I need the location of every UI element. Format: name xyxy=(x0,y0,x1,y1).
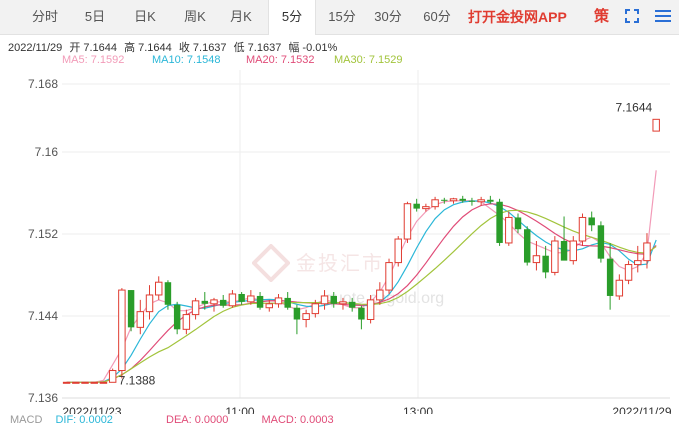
candle-body xyxy=(339,301,347,305)
macd-label: MACD xyxy=(10,414,43,426)
candle-body xyxy=(99,381,108,384)
candle-body xyxy=(441,199,448,201)
candle-body xyxy=(136,311,145,328)
candle-body xyxy=(155,281,163,296)
candle-body xyxy=(597,225,605,259)
candle-body xyxy=(551,240,559,273)
candle-body xyxy=(348,301,356,308)
candle-body xyxy=(477,199,485,203)
candle-body xyxy=(514,217,522,230)
candle-body xyxy=(191,300,200,316)
x-tick-label: 2022/11/29 xyxy=(612,405,671,414)
candle-body xyxy=(376,289,384,301)
candle-body xyxy=(164,282,172,305)
candle-body xyxy=(578,216,587,242)
candle-body xyxy=(588,217,595,226)
candle-body xyxy=(496,201,503,243)
candle-body xyxy=(394,238,402,264)
candle-body xyxy=(265,303,273,309)
candle-body xyxy=(311,303,320,315)
y-tick-label: 7.144 xyxy=(28,309,58,323)
candle-body xyxy=(624,264,633,281)
candle-body xyxy=(459,198,466,201)
candle-body xyxy=(62,381,71,384)
candle-body xyxy=(569,240,577,262)
candle-body xyxy=(652,118,660,132)
candle-body xyxy=(302,313,310,320)
candle-body xyxy=(449,198,458,202)
candle-body xyxy=(385,262,393,291)
candle-body xyxy=(274,297,283,305)
candle-body xyxy=(505,216,513,244)
candle-body xyxy=(201,300,209,304)
candle-body xyxy=(238,293,245,302)
candle-body xyxy=(90,381,98,384)
candle-body xyxy=(422,206,430,210)
candle-body xyxy=(127,290,135,328)
candle-body xyxy=(284,297,291,308)
candle-body xyxy=(358,307,365,320)
candle-body xyxy=(468,200,476,202)
candle-body xyxy=(228,293,237,307)
candle-body xyxy=(320,295,329,305)
y-tick-label: 7.136 xyxy=(28,391,58,405)
candle-body xyxy=(72,381,80,384)
macd-dif: DIF: 0.0002 xyxy=(55,414,113,426)
candle-body xyxy=(293,307,301,320)
candle-body xyxy=(118,289,126,372)
candle-body xyxy=(173,304,181,330)
candle-body xyxy=(487,199,494,202)
candle-body xyxy=(256,295,264,308)
candle-body xyxy=(330,295,337,304)
candle-body xyxy=(366,299,375,320)
candle-body xyxy=(643,242,651,262)
candle-body xyxy=(108,370,117,383)
candle-body xyxy=(210,299,218,305)
macd-peek: MACD DIF: 0.0002 DEA: 0.0000 MACD: 0.000… xyxy=(0,414,334,426)
candle-body xyxy=(219,299,227,306)
candlestick-chart: 7.168 7.16 7.152 7.144 7.136 2022/11/23 11:00 1… xyxy=(28,70,672,414)
y-tick-label: 7.16 xyxy=(35,145,59,159)
candle-body xyxy=(560,241,568,261)
x-tick-label: 13:00 xyxy=(403,405,433,414)
x-tick-label: 11:00 xyxy=(225,405,254,414)
macd-value: MACD: 0.0003 xyxy=(261,414,334,426)
macd-dea: DEA: 0.0000 xyxy=(166,414,229,426)
candle-body xyxy=(413,203,420,209)
candle-body xyxy=(523,229,531,263)
price-annotation: 7.1644 xyxy=(615,100,652,114)
x-tick-label: 2022/11/23 xyxy=(62,405,121,414)
candle-body xyxy=(145,294,154,313)
y-tick-label: 7.168 xyxy=(28,77,58,91)
candle-body xyxy=(431,199,439,208)
candle-body xyxy=(182,314,191,330)
ma-line-ma30 xyxy=(66,209,657,383)
candle-body xyxy=(634,260,642,266)
candle-body xyxy=(81,381,89,384)
y-tick-label: 7.152 xyxy=(28,227,58,241)
candle-body xyxy=(615,279,624,297)
candle-body xyxy=(542,255,549,273)
price-annotation: 7.1388 xyxy=(119,374,156,388)
ma-line-ma5 xyxy=(66,170,657,383)
candle-body xyxy=(606,258,614,296)
candle-body xyxy=(403,203,412,240)
candle-body xyxy=(532,255,541,264)
candle-body xyxy=(247,295,255,303)
